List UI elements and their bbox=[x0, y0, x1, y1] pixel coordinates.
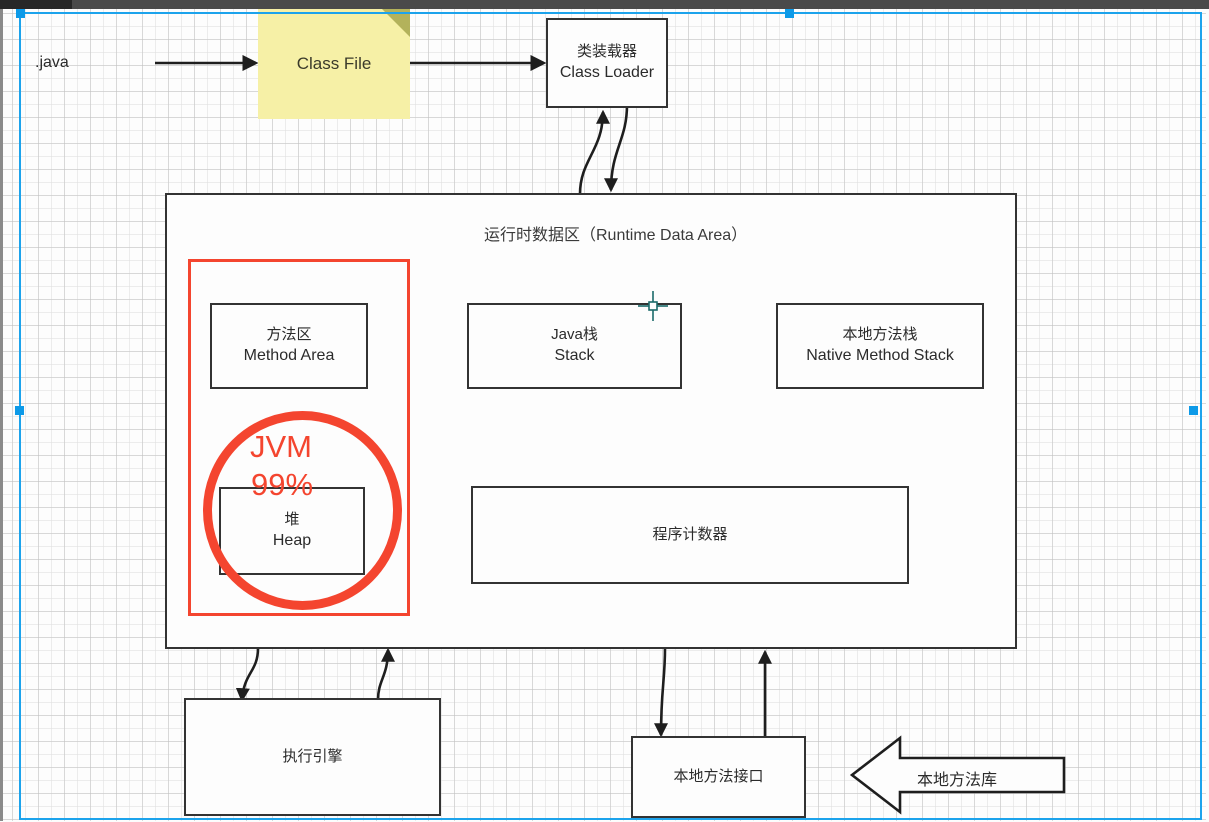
method-area-en: Method Area bbox=[243, 347, 335, 365]
annotation-percent-text: 99% bbox=[251, 467, 314, 502]
window-chrome-active-segment bbox=[0, 0, 72, 9]
selection-handle-top-middle[interactable] bbox=[785, 9, 794, 18]
node-native-method-stack[interactable]: 本地方法栈 Native Method Stack bbox=[776, 303, 984, 389]
selection-handle-right-middle[interactable] bbox=[1189, 406, 1198, 415]
class-file-label: Class File bbox=[296, 54, 372, 73]
native-method-stack-en: Native Method Stack bbox=[806, 347, 954, 365]
java-stack-cn: Java栈 bbox=[551, 326, 598, 344]
selection-handle-top-left[interactable] bbox=[16, 9, 25, 18]
class-loader-cn: 类装载器 bbox=[576, 43, 637, 61]
class-loader-en: Class Loader bbox=[559, 64, 655, 82]
node-program-counter[interactable]: 程序计数器 bbox=[471, 486, 909, 584]
native-method-stack-cn: 本地方法栈 bbox=[842, 326, 918, 344]
class-file-note[interactable]: Class File bbox=[258, 9, 410, 119]
program-counter-cn: 程序计数器 bbox=[652, 525, 728, 543]
node-method-area[interactable]: 方法区 Method Area bbox=[210, 303, 368, 389]
heap-cn: 堆 bbox=[284, 511, 300, 529]
native-method-interface-cn: 本地方法接口 bbox=[673, 767, 764, 785]
runtime-data-area-title: 运行时数据区（Runtime Data Area） bbox=[484, 227, 748, 244]
method-area-cn: 方法区 bbox=[266, 326, 312, 344]
drawing-canvas[interactable]: .java Class File 类装载器 Class Loader 运行时数据… bbox=[0, 0, 1209, 822]
sticky-fold-corner bbox=[382, 9, 410, 37]
node-class-loader[interactable]: 类装载器 Class Loader bbox=[546, 18, 668, 108]
native-method-library-label: 本地方法库 bbox=[917, 772, 998, 789]
annotation-jvm-text: JVM bbox=[250, 429, 312, 464]
source-file-label: .java bbox=[35, 54, 69, 71]
java-stack-en: Stack bbox=[554, 347, 595, 365]
node-native-method-interface[interactable]: 本地方法接口 bbox=[631, 736, 806, 818]
execution-engine-cn: 执行引擎 bbox=[282, 747, 343, 765]
node-execution-engine[interactable]: 执行引擎 bbox=[184, 698, 441, 816]
selection-handle-left-middle[interactable] bbox=[15, 406, 24, 415]
window-chrome-bar bbox=[0, 0, 1209, 9]
heap-en: Heap bbox=[272, 532, 312, 550]
node-java-stack[interactable]: Java栈 Stack bbox=[467, 303, 682, 389]
